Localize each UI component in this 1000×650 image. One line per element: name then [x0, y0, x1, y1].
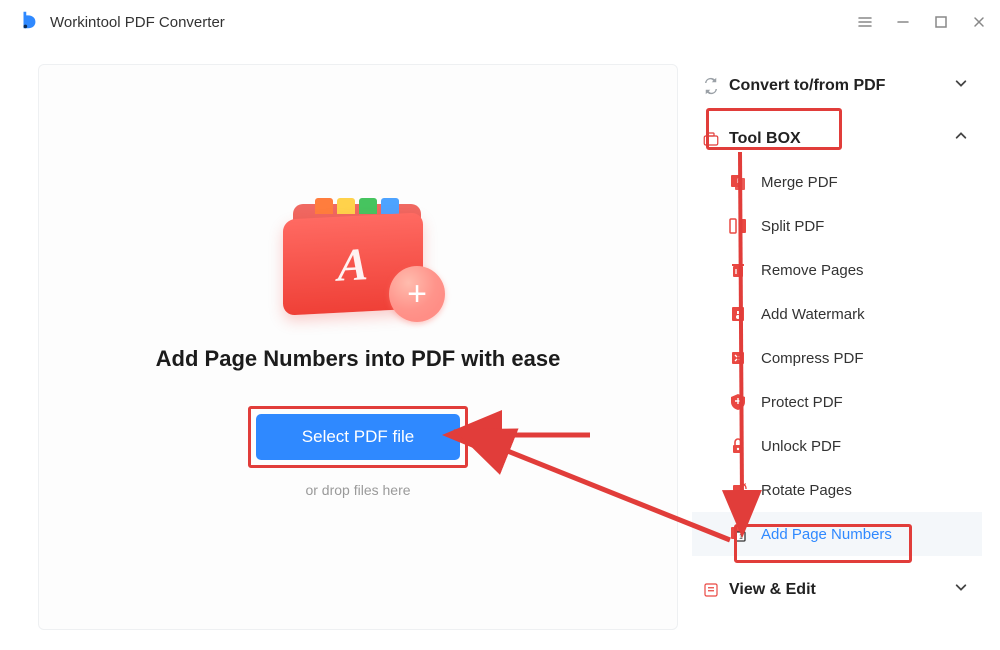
annotation-highlight-select: Select PDF file: [248, 406, 468, 468]
tool-remove-pages[interactable]: Remove Pages: [692, 248, 982, 292]
chevron-down-icon: [954, 76, 968, 95]
tool-label: Add Watermark: [761, 306, 865, 323]
split-icon: [728, 216, 748, 236]
svg-text:1: 1: [739, 534, 743, 541]
section-toolbox-label: Tool BOX: [729, 130, 801, 148]
convert-icon: [702, 77, 720, 95]
tool-unlock-pdf[interactable]: Unlock PDF: [692, 424, 982, 468]
svg-text:P: P: [737, 179, 741, 185]
minimize-button[interactable]: [894, 13, 912, 31]
unlock-icon: [728, 436, 748, 456]
merge-icon: P: [728, 172, 748, 192]
maximize-button[interactable]: [932, 13, 950, 31]
tool-label: Protect PDF: [761, 394, 843, 411]
tool-label: Split PDF: [761, 218, 824, 235]
app-title: Workintool PDF Converter: [50, 14, 225, 31]
tool-label: Add Page Numbers: [761, 526, 892, 543]
tool-label: Rotate Pages: [761, 482, 852, 499]
select-pdf-button[interactable]: Select PDF file: [256, 414, 460, 460]
tool-label: Remove Pages: [761, 262, 864, 279]
tool-label: Unlock PDF: [761, 438, 841, 455]
drop-hint: or drop files here: [305, 482, 410, 498]
app-logo-icon: [18, 9, 40, 36]
menu-button[interactable]: [856, 13, 874, 31]
trash-icon: [728, 260, 748, 280]
drop-zone[interactable]: A + Add Page Numbers into PDF with ease …: [38, 64, 678, 630]
tool-add-page-numbers[interactable]: 1 Add Page Numbers: [692, 512, 982, 556]
tool-merge-pdf[interactable]: P Merge PDF: [692, 160, 982, 204]
shield-icon: [728, 392, 748, 412]
tool-compress-pdf[interactable]: Compress PDF: [692, 336, 982, 380]
pdf-folder-icon: A +: [283, 196, 433, 316]
sidebar: Convert to/from PDF Tool BOX: [692, 64, 982, 630]
tool-rotate-pages[interactable]: Rotate Pages: [692, 468, 982, 512]
title-bar: Workintool PDF Converter: [0, 0, 1000, 44]
page-headline: Add Page Numbers into PDF with ease: [156, 346, 561, 372]
view-edit-icon: [702, 581, 720, 599]
watermark-icon: [728, 304, 748, 324]
compress-icon: [728, 348, 748, 368]
page-number-icon: 1: [728, 524, 748, 544]
tool-label: Compress PDF: [761, 350, 864, 367]
section-toolbox: Tool BOX P Merge PDF Split PDF Remove Pa…: [692, 117, 982, 558]
tool-label: Merge PDF: [761, 174, 838, 191]
section-view-edit[interactable]: View & Edit: [692, 568, 982, 611]
section-convert[interactable]: Convert to/from PDF: [692, 64, 982, 107]
tool-add-watermark[interactable]: Add Watermark: [692, 292, 982, 336]
toolbox-icon: [702, 130, 720, 148]
rotate-icon: [728, 480, 748, 500]
close-button[interactable]: [970, 13, 988, 31]
section-convert-label: Convert to/from PDF: [729, 77, 885, 95]
section-viewedit-label: View & Edit: [729, 581, 816, 599]
section-toolbox-header[interactable]: Tool BOX: [692, 117, 982, 160]
tool-split-pdf[interactable]: Split PDF: [692, 204, 982, 248]
chevron-down-icon: [954, 580, 968, 599]
tool-protect-pdf[interactable]: Protect PDF: [692, 380, 982, 424]
plus-icon: +: [389, 266, 445, 322]
chevron-up-icon: [954, 129, 968, 148]
